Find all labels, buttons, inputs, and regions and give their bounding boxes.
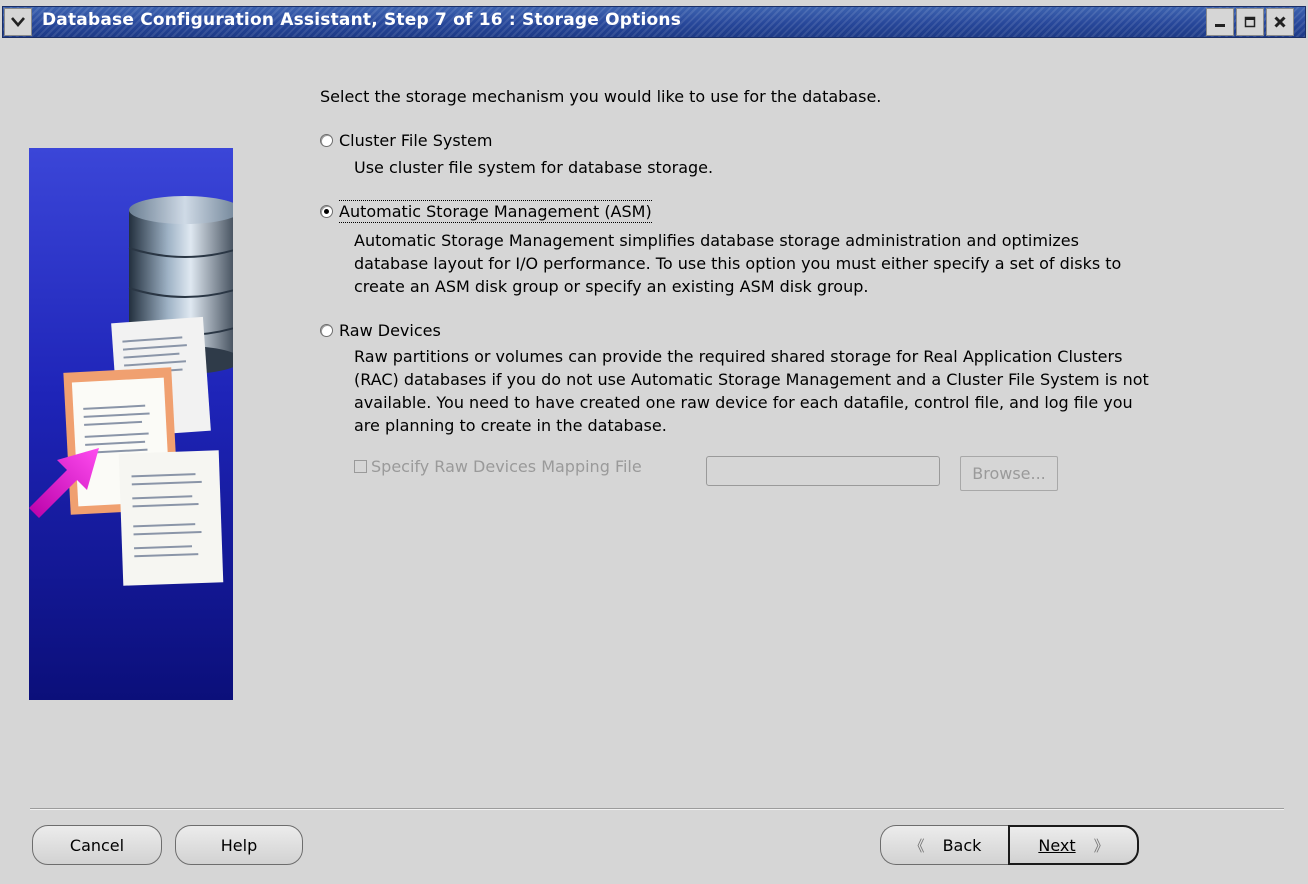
cancel-button-label: Cancel xyxy=(69,835,125,855)
option-asm[interactable]: Automatic Storage Management (ASM) xyxy=(320,200,652,223)
raw-mapping-file-input[interactable] xyxy=(706,456,940,486)
description-line: available. You need to have created one … xyxy=(354,393,1133,412)
next-button-label: Next xyxy=(1038,835,1076,855)
option-label[interactable]: Raw Devices xyxy=(339,321,441,340)
close-icon xyxy=(1274,16,1286,28)
maximize-button[interactable] xyxy=(1236,8,1264,36)
description-line: Automatic Storage Management simplifies … xyxy=(354,231,1079,250)
description-line: create an ASM disk group or specify an e… xyxy=(354,277,869,296)
minimize-icon xyxy=(1215,24,1225,27)
description-line: database layout for I/O performance. To … xyxy=(354,254,1122,273)
help-button-label: Help xyxy=(220,835,258,855)
back-button[interactable]: 《 Back xyxy=(880,825,1010,865)
chevron-down-icon xyxy=(11,17,25,27)
title-bar: Database Configuration Assistant, Step 7… xyxy=(0,0,1308,46)
browse-button[interactable]: Browse... xyxy=(960,456,1058,491)
minimize-button[interactable] xyxy=(1206,8,1234,36)
option-label[interactable]: Cluster File System xyxy=(339,131,492,150)
close-button[interactable] xyxy=(1266,8,1294,36)
storage-illustration xyxy=(29,148,233,700)
maximize-icon xyxy=(1244,16,1256,28)
radio-asm[interactable] xyxy=(320,205,333,218)
option-description: Raw partitions or volumes can provide th… xyxy=(354,345,1149,437)
chevron-left-icon: 《 xyxy=(909,836,925,855)
option-label[interactable]: Automatic Storage Management (ASM) xyxy=(339,200,652,223)
help-button[interactable]: Help xyxy=(175,825,303,865)
raw-mapping-checkbox-row[interactable]: Specify Raw Devices Mapping File xyxy=(354,457,642,476)
radio-raw-devices[interactable] xyxy=(320,324,333,337)
next-button[interactable]: Next 》 xyxy=(1008,825,1139,865)
raw-mapping-checkbox-label[interactable]: Specify Raw Devices Mapping File xyxy=(371,457,642,476)
description-line: Use cluster file system for database sto… xyxy=(354,158,714,177)
footer-separator xyxy=(30,808,1284,810)
cancel-button[interactable]: Cancel xyxy=(32,825,162,865)
description-line: are planning to create in the database. xyxy=(354,416,667,435)
database-documents-graphic xyxy=(29,196,233,586)
back-button-label: Back xyxy=(942,835,982,855)
window-menu-button[interactable] xyxy=(4,8,32,36)
option-raw-devices[interactable]: Raw Devices xyxy=(320,321,441,340)
window-title: Database Configuration Assistant, Step 7… xyxy=(42,10,682,30)
option-description: Automatic Storage Management simplifies … xyxy=(354,229,1121,298)
radio-cluster-file-system[interactable] xyxy=(320,134,333,147)
chevron-right-icon: 》 xyxy=(1093,836,1109,855)
intro-text: Select the storage mechanism you would l… xyxy=(320,87,882,106)
raw-mapping-checkbox[interactable] xyxy=(354,460,367,473)
option-description: Use cluster file system for database sto… xyxy=(354,156,713,179)
option-cluster-file-system[interactable]: Cluster File System xyxy=(320,131,492,150)
description-line: (RAC) databases if you do not use Automa… xyxy=(354,370,1149,389)
description-line: Raw partitions or volumes can provide th… xyxy=(354,347,1123,366)
